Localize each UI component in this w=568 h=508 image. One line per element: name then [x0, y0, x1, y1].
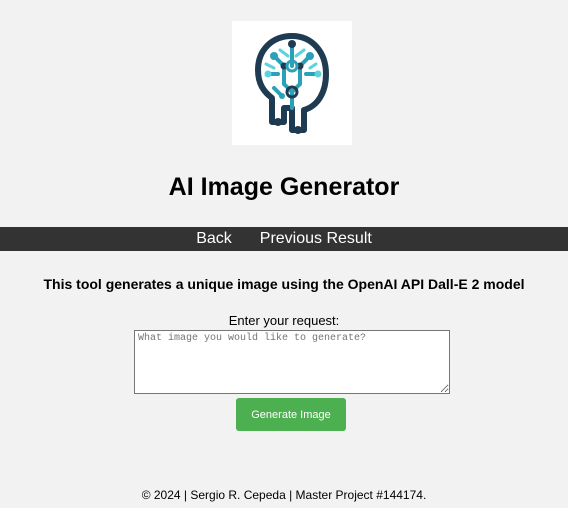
- brain-circuit-icon: [255, 33, 329, 134]
- nav-previous-result-link[interactable]: Previous Result: [246, 227, 386, 251]
- page-title: AI Image Generator: [168, 173, 400, 201]
- nav-back-link[interactable]: Back: [182, 227, 246, 251]
- navbar: Back Previous Result: [0, 227, 568, 251]
- tool-description: This tool generates a unique image using…: [43, 276, 525, 292]
- request-input[interactable]: [134, 330, 450, 394]
- footer-copyright: © 2024 | Sergio R. Cepeda | Master Proje…: [141, 488, 427, 502]
- generate-image-button[interactable]: Generate Image: [236, 398, 346, 431]
- logo: [232, 21, 352, 145]
- request-label: Enter your request:: [228, 313, 340, 328]
